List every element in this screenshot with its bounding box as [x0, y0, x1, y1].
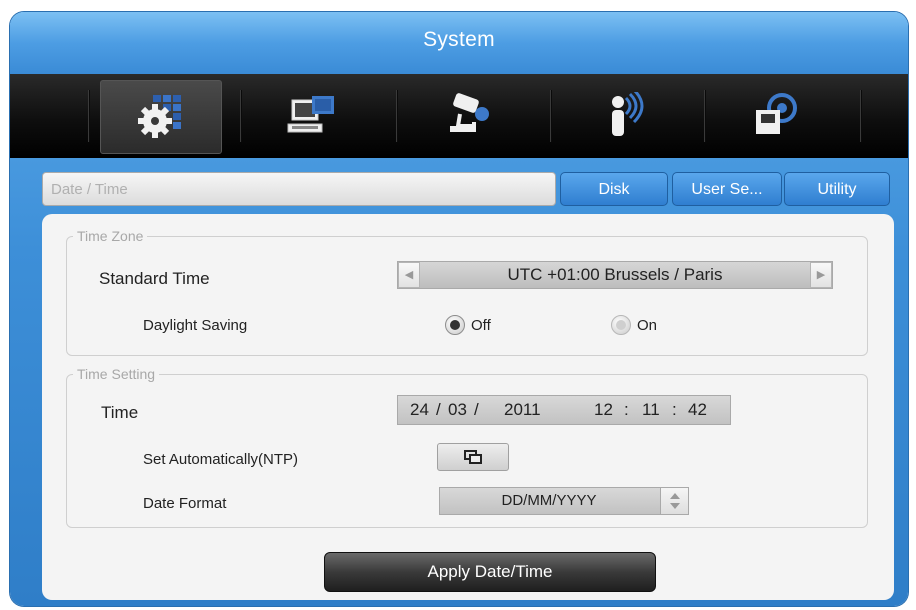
second-field[interactable]: 42	[688, 396, 707, 424]
spin-down-icon[interactable]	[670, 503, 680, 509]
tab-disk[interactable]: Disk	[560, 172, 668, 206]
network-computer-icon[interactable]	[252, 80, 372, 152]
system-window: System Date / Time Disk User Se... Utili…	[10, 12, 908, 606]
title-bar: System	[10, 12, 908, 75]
time-zone-select[interactable]: ◀ UTC +01:00 Brussels / Paris ▶	[397, 261, 833, 289]
time-zone-next-button[interactable]: ▶	[810, 262, 832, 288]
date-separator: /	[436, 400, 441, 419]
time-setting-label: Time Setting	[73, 366, 160, 382]
window-title: System	[423, 28, 495, 51]
tab-user-settings[interactable]: User Se...	[672, 172, 782, 206]
tab-date-time[interactable]: Date / Time	[42, 172, 556, 206]
time-zone-prev-button[interactable]: ◀	[398, 262, 420, 288]
time-zone-label: Time Zone	[73, 228, 148, 244]
time-field[interactable]: 24 / 03 / 2011 12 : 11 : 42	[397, 395, 731, 425]
toolbar-divider	[860, 90, 861, 142]
camera-icon[interactable]	[408, 80, 528, 152]
toolbar-divider	[396, 90, 397, 142]
date-format-label: Date Format	[143, 495, 227, 512]
apply-date-time-button[interactable]: Apply Date/Time	[324, 552, 656, 592]
time-setting-group: Time Setting Time 24 / 03 / 2011 12 : 11…	[66, 366, 868, 528]
window-settings-icon	[464, 450, 482, 464]
daylight-off-label: Off	[471, 317, 491, 334]
daylight-on-radio[interactable]	[611, 315, 631, 335]
year-field[interactable]: 2011	[504, 396, 541, 424]
daylight-on-label: On	[637, 317, 658, 334]
spin-up-icon[interactable]	[670, 493, 680, 499]
daylight-off-radio[interactable]	[445, 315, 465, 335]
toolbar-divider	[704, 90, 705, 142]
month-field[interactable]: 03	[448, 396, 467, 424]
time-separator: :	[672, 400, 677, 419]
category-toolbar	[10, 74, 908, 158]
toolbar-divider	[88, 90, 89, 142]
date-separator: /	[474, 400, 479, 419]
hour-field[interactable]: 12	[594, 396, 613, 424]
daylight-saving-label: Daylight Saving	[143, 317, 248, 334]
time-zone-value: UTC +01:00 Brussels / Paris	[507, 265, 723, 284]
time-separator: :	[624, 400, 629, 419]
ntp-label: Set Automatically(NTP)	[143, 451, 299, 468]
time-zone-group: Time Zone Standard Time ◀ UTC +01:00 Bru…	[66, 228, 868, 356]
date-time-panel: Time Zone Standard Time ◀ UTC +01:00 Bru…	[42, 214, 894, 600]
settings-grid-icon[interactable]	[100, 80, 222, 154]
date-format-select[interactable]: DD/MM/YYYY	[439, 487, 689, 515]
ntp-settings-button[interactable]	[437, 443, 509, 471]
sensor-person-icon[interactable]	[562, 80, 682, 152]
tab-utility[interactable]: Utility	[784, 172, 890, 206]
minute-field[interactable]: 11	[642, 396, 660, 424]
standard-time-label: Standard Time	[99, 269, 210, 288]
time-label: Time	[101, 403, 139, 422]
storage-disk-icon[interactable]	[716, 80, 836, 152]
date-format-value: DD/MM/YYYY	[501, 492, 597, 509]
toolbar-divider	[240, 90, 241, 142]
toolbar-divider	[550, 90, 551, 142]
day-field[interactable]: 24	[410, 396, 429, 424]
date-format-spinner[interactable]	[660, 488, 688, 514]
